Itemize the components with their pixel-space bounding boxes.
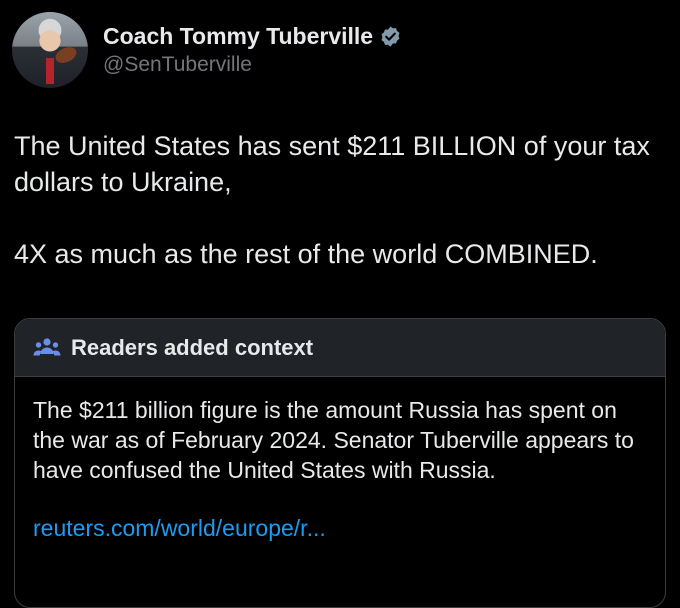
football-graphic bbox=[53, 44, 79, 66]
community-note: Readers added context The $211 billion f… bbox=[14, 318, 666, 608]
community-note-header: Readers added context bbox=[15, 319, 665, 377]
avatar[interactable] bbox=[12, 12, 88, 88]
tweet-text: The United States has sent $211 BILLION … bbox=[14, 128, 664, 272]
community-note-title: Readers added context bbox=[71, 334, 314, 360]
community-note-text: The $211 billion figure is the amount Ru… bbox=[33, 397, 634, 483]
author-names: Coach Tommy Tuberville @SenTuberville bbox=[103, 23, 402, 77]
display-name-row: Coach Tommy Tuberville bbox=[103, 23, 402, 50]
community-note-link[interactable]: reuters.com/world/europe/r... bbox=[33, 515, 647, 542]
community-note-body: The $211 billion figure is the amount Ru… bbox=[15, 377, 665, 542]
people-icon bbox=[33, 336, 61, 360]
verified-badge-icon[interactable] bbox=[379, 25, 402, 48]
tie-graphic bbox=[46, 58, 54, 84]
display-name[interactable]: Coach Tommy Tuberville bbox=[103, 23, 373, 50]
tweet-header: Coach Tommy Tuberville @SenTuberville bbox=[12, 12, 402, 88]
tweet-paragraph-2: 4X as much as the rest of the world COMB… bbox=[14, 239, 598, 269]
tweet-paragraph-1: The United States has sent $211 BILLION … bbox=[14, 131, 650, 197]
author-handle[interactable]: @SenTuberville bbox=[103, 53, 402, 77]
